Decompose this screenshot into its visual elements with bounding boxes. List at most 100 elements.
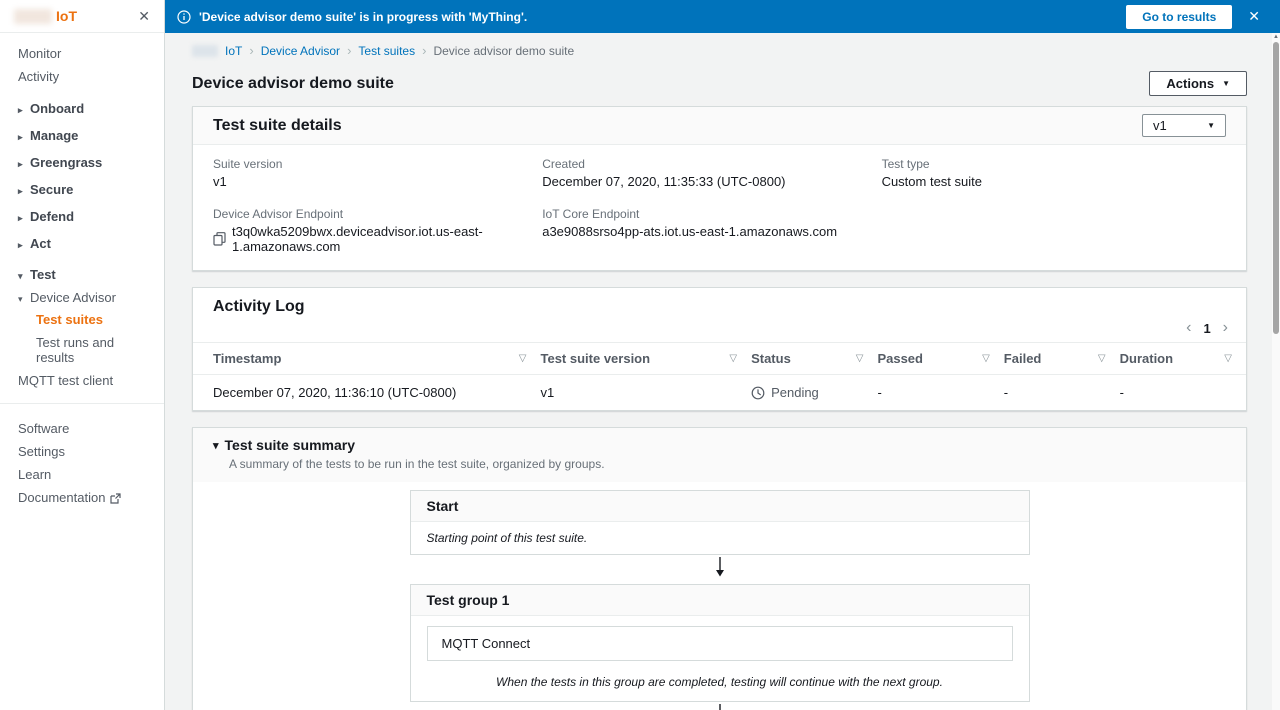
sidebar-item-settings[interactable]: Settings	[0, 441, 164, 462]
arrow-down-icon	[410, 702, 1030, 710]
sidebar-section-greengrass[interactable]: ▸ Greengrass	[0, 149, 164, 176]
sidebar-section-defend[interactable]: ▸ Defend	[0, 203, 164, 230]
activity-log-panel: Activity Log ‹ 1 › Timestamp ▽ Test suite…	[192, 287, 1247, 411]
pending-clock-icon	[751, 386, 765, 400]
main-content: IoT › Device Advisor › Test suites › Dev…	[165, 33, 1272, 710]
sidebar-item-documentation[interactable]: Documentation	[0, 487, 164, 510]
test-suite-summary-body: Start Starting point of this test suite.…	[193, 482, 1246, 710]
filter-icon[interactable]: ▽	[856, 353, 864, 364]
version-select-value: v1	[1153, 118, 1167, 133]
panel-title: Activity Log	[213, 298, 305, 315]
sidebar-item-mqtt-test-client[interactable]: MQTT test client	[0, 370, 164, 391]
cell-timestamp: December 07, 2020, 11:36:10 (UTC-0800)	[213, 385, 457, 400]
sidebar-nav: Monitor Activity ▸ Onboard ▸ Manage ▸ Green…	[0, 33, 164, 510]
panel-title: Test suite summary	[224, 437, 355, 453]
banner-close-icon[interactable]: ✕	[1248, 8, 1260, 25]
chevron-right-icon: ›	[422, 43, 427, 58]
flow-group-note: When the tests in this group are complet…	[496, 675, 943, 689]
sidebar-section-secure[interactable]: ▸ Secure	[0, 176, 164, 203]
flow-start-box: Start Starting point of this test suite.	[409, 490, 1030, 555]
field-label: Test type	[881, 157, 930, 171]
sidebar-item-activity[interactable]: Activity	[0, 66, 164, 87]
chevron-right-icon: ▸	[18, 159, 23, 169]
chevron-right-icon: ▸	[18, 105, 23, 115]
caret-down-icon: ▼	[1222, 79, 1230, 88]
version-select[interactable]: v1 ▼	[1142, 114, 1226, 137]
iot-logo: IoT	[56, 8, 77, 24]
sidebar-item-test-runs-and-results[interactable]: Test runs and results	[0, 332, 164, 368]
filter-icon[interactable]: ▽	[729, 353, 737, 364]
sidebar-section-label: Onboard	[30, 101, 85, 116]
filter-icon[interactable]: ▽	[982, 353, 990, 364]
flow-test-group-title: Test group 1	[410, 585, 1029, 616]
vertical-scrollbar[interactable]: ▲	[1272, 33, 1280, 710]
test-suite-details-panel: Test suite details v1 ▼ Suite version v1…	[192, 106, 1247, 271]
filter-icon[interactable]: ▽	[1098, 353, 1106, 364]
column-label: Duration	[1119, 351, 1174, 366]
field-suite-version: Suite version v1	[213, 157, 542, 189]
field-iot-core-endpoint: IoT Core Endpoint a3e9088srso4pp-ats.iot…	[542, 207, 881, 254]
sidebar-section-onboard[interactable]: ▸ Onboard	[0, 95, 164, 122]
chevron-right-icon: ▸	[18, 132, 23, 142]
banner-message: 'Device advisor demo suite' is in progre…	[199, 9, 528, 24]
sidebar-close-icon[interactable]: ✕	[138, 8, 150, 25]
column-duration: Duration ▽	[1119, 342, 1246, 375]
scroll-up-icon[interactable]: ▲	[1272, 33, 1280, 41]
sidebar-item-label: Documentation	[18, 490, 106, 505]
column-timestamp: Timestamp ▽	[193, 342, 541, 375]
breadcrumb-link-device-advisor[interactable]: Device Advisor	[261, 44, 340, 58]
test-suite-summary-panel: ▾ Test suite summary A summary of the te…	[192, 427, 1247, 710]
sidebar-section-device-advisor[interactable]: ▾ Device Advisor	[0, 286, 164, 309]
sidebar-item-learn[interactable]: Learn	[0, 464, 164, 485]
actions-button[interactable]: Actions ▼	[1149, 71, 1247, 96]
go-to-results-button[interactable]: Go to results	[1126, 4, 1233, 29]
sidebar-item-monitor[interactable]: Monitor	[0, 43, 164, 64]
sidebar-item-software[interactable]: Software	[0, 418, 164, 439]
panel-title: Test suite details	[213, 116, 342, 134]
chevron-right-icon: ▸	[18, 213, 23, 223]
column-label: Failed	[1003, 351, 1042, 366]
table-row[interactable]: December 07, 2020, 11:36:10 (UTC-0800) v…	[193, 375, 1246, 411]
sidebar-section-manage[interactable]: ▸ Manage	[0, 122, 164, 149]
scrollbar-thumb[interactable]	[1273, 42, 1279, 334]
redacted-logo-blur	[14, 8, 52, 24]
sidebar-item-test-suites[interactable]: Test suites	[0, 309, 164, 330]
cell-passed: -	[877, 385, 882, 400]
field-value: a3e9088srso4pp-ats.iot.us-east-1.amazona…	[542, 224, 838, 239]
breadcrumb-link-iot[interactable]: IoT	[225, 44, 242, 58]
sidebar-section-act[interactable]: ▸ Act	[0, 230, 164, 257]
filter-icon[interactable]: ▽	[519, 353, 527, 364]
sidebar-section-label: Test	[30, 267, 56, 282]
chevron-down-icon: ▾	[18, 271, 23, 281]
endpoint-value: t3q0wka5209bwx.deviceadvisor.iot.us-east…	[232, 224, 483, 254]
field-label: Suite version	[213, 157, 283, 171]
test-case-mqtt-connect: MQTT Connect	[426, 626, 1013, 661]
notification-banner: 'Device advisor demo suite' is in progre…	[165, 0, 1280, 33]
chevron-right-icon: ›	[249, 43, 254, 58]
chevron-right-icon: ▸	[18, 240, 23, 250]
pagination-next-icon[interactable]: ›	[1223, 320, 1228, 336]
redacted-breadcrumb-blur	[192, 44, 218, 57]
external-link-icon	[110, 492, 122, 507]
field-empty	[882, 207, 1226, 254]
filter-icon[interactable]: ▽	[1224, 353, 1232, 364]
pagination-page-1[interactable]: 1	[1203, 321, 1210, 336]
test-flow: Start Starting point of this test suite.…	[409, 490, 1030, 710]
sidebar: IoT ✕ Monitor Activity ▸ Onboard ▸ Manage …	[0, 0, 165, 710]
field-created: Created December 07, 2020, 11:35:33 (UTC…	[542, 157, 881, 189]
pagination-prev-icon[interactable]: ‹	[1186, 320, 1191, 336]
column-test-suite-version: Test suite version ▽	[540, 342, 752, 375]
copy-icon[interactable]	[213, 232, 226, 246]
sidebar-section-test[interactable]: ▾ Test	[0, 263, 164, 286]
breadcrumb-link-test-suites[interactable]: Test suites	[358, 44, 415, 58]
actions-button-label: Actions	[1166, 76, 1215, 91]
summary-description: A summary of the tests to be run in the …	[229, 457, 605, 471]
sidebar-section-label: Manage	[30, 128, 79, 143]
sidebar-section-label: Secure	[30, 182, 74, 197]
breadcrumb: IoT › Device Advisor › Test suites › Dev…	[192, 43, 1247, 58]
sidebar-header: IoT ✕	[0, 0, 164, 33]
page-title: Device advisor demo suite	[192, 74, 394, 92]
chevron-down-icon: ▾	[18, 294, 23, 304]
sidebar-section-label: Device Advisor	[30, 290, 116, 305]
test-suite-summary-header[interactable]: ▾ Test suite summary A summary of the te…	[193, 428, 1246, 482]
